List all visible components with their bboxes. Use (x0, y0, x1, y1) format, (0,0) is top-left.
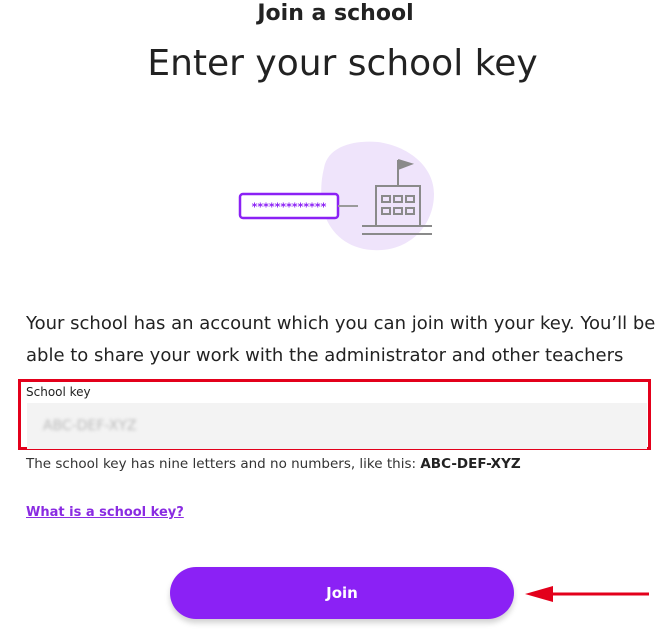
hint-example: ABC-DEF-XYZ (420, 456, 521, 472)
join-school-page: Join a school Enter your school key ****… (0, 0, 671, 632)
key-field-text: ************* (252, 201, 327, 214)
hint-text: The school key has nine letters and no n… (26, 456, 417, 472)
school-key-illustration: ************* (238, 141, 434, 251)
school-key-label: School key (26, 385, 91, 399)
school-key-input[interactable] (27, 403, 647, 449)
page-eyebrow: Join a school (257, 1, 414, 26)
annotation-arrow-icon (525, 586, 649, 602)
school-key-description: Your school has an account which you can… (26, 313, 656, 366)
school-key-hint: The school key has nine letters and no n… (26, 455, 521, 473)
join-button[interactable]: Join (170, 567, 514, 619)
page-title: Enter your school key (147, 43, 538, 84)
what-is-school-key-link[interactable]: What is a school key? (26, 504, 184, 522)
